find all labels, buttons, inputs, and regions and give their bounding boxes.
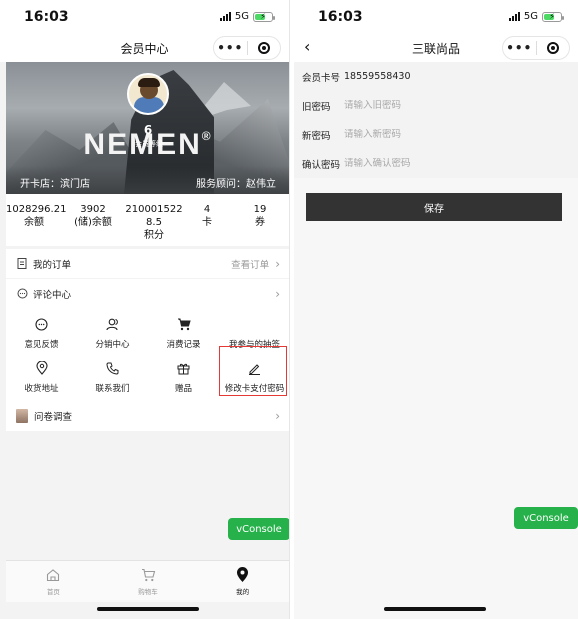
battery-icon: ⚡ xyxy=(542,11,564,22)
cart-icon xyxy=(101,567,196,583)
status-icons: 5G ⚡ xyxy=(508,11,564,22)
account-stats: 1028296.21 余额 3902 (储)余额 2100015228.5 积分 4卡… xyxy=(6,194,289,246)
stat-points[interactable]: 2100015228.5 积分 xyxy=(124,203,184,246)
battery-icon: ⚡ xyxy=(253,11,275,22)
confirm-password-row: 确认密码 xyxy=(294,149,578,178)
tab-cart[interactable]: 购物车 xyxy=(101,561,196,602)
close-target-icon[interactable] xyxy=(248,42,281,54)
status-bar: 16:03 5G ⚡ xyxy=(294,0,578,34)
tab-mine[interactable]: 我的 xyxy=(195,561,289,602)
phone-icon xyxy=(77,358,148,378)
users-icon xyxy=(77,314,148,334)
gift-icon xyxy=(148,358,219,378)
new-password-input[interactable] xyxy=(344,129,524,140)
old-password-label: 旧密码 xyxy=(302,101,331,113)
status-time: 16:03 xyxy=(24,9,69,25)
card-store: 开卡店：滨门店 xyxy=(20,179,90,190)
new-password-label: 新密码 xyxy=(302,130,331,142)
card-number-label: 会员卡号 xyxy=(302,72,341,84)
survey-label: 问卷调查 xyxy=(34,412,73,423)
signal-icon xyxy=(219,12,231,21)
highlight-box xyxy=(219,346,287,396)
member-card-banner: NEMEN® 6 会员等级 开卡店：滨门店 服务顾问：赵伟立 xyxy=(6,62,289,194)
password-form: 会员卡号 18559558430 旧密码 新密码 确认密码 xyxy=(294,62,578,178)
member-level-label: 会员等级 xyxy=(135,140,163,148)
new-password-row: 新密码 xyxy=(294,120,578,149)
mini-program-capsule: ••• xyxy=(213,36,281,60)
grid-item-address[interactable]: 收货地址 xyxy=(6,358,77,402)
form-actions: 保存 xyxy=(294,178,578,619)
order-list-icon xyxy=(16,258,28,270)
comment-center-label: 评论中心 xyxy=(33,289,72,301)
network-label: 5G xyxy=(234,11,249,22)
grid-item-distribution[interactable]: 分销中心 xyxy=(77,314,148,358)
view-orders-link[interactable]: 查看订单 xyxy=(231,257,269,271)
more-menu-icon[interactable]: ••• xyxy=(214,37,247,59)
location-pin-icon xyxy=(195,567,289,583)
grid-item-feedback[interactable]: 意见反馈 xyxy=(6,314,77,358)
member-center-screen: 16:03 5G ⚡ 会员中心 ••• NEMEN® 6 会员等级 开卡店：滨门… xyxy=(0,0,290,619)
card-number-value: 18559558430 xyxy=(344,71,411,82)
mini-program-capsule: ••• xyxy=(502,36,570,60)
status-bar: 16:03 5G ⚡ xyxy=(0,0,289,34)
old-password-input[interactable] xyxy=(344,100,524,111)
stat-stored-balance[interactable]: 3902 (储)余额 xyxy=(62,203,124,246)
comment-icon xyxy=(16,288,28,300)
chat-icon xyxy=(6,314,77,334)
tab-bar: 首页 购物车 我的 xyxy=(6,560,289,602)
stat-coupons[interactable]: 19 券 xyxy=(230,203,289,246)
survey-thumbnail xyxy=(16,409,28,423)
nav-bar: 会员中心 ••• xyxy=(0,34,289,62)
my-orders-row[interactable]: 我的订单 查看订单 › xyxy=(6,249,289,278)
home-indicator xyxy=(97,607,199,611)
service-advisor: 服务顾问：赵伟立 xyxy=(196,179,276,190)
chevron-right-icon: › xyxy=(275,256,280,271)
vconsole-button[interactable]: vConsole xyxy=(228,518,289,540)
confirm-password-input[interactable] xyxy=(344,158,524,169)
signal-icon xyxy=(508,12,520,21)
home-icon xyxy=(6,567,101,583)
location-icon xyxy=(6,358,77,378)
chevron-right-icon: › xyxy=(275,409,280,423)
more-menu-icon[interactable]: ••• xyxy=(503,37,536,59)
tab-home[interactable]: 首页 xyxy=(6,561,101,602)
nav-bar: ‹ 三联尚品 ••• xyxy=(294,34,578,62)
card-number-row: 会员卡号 18559558430 xyxy=(294,62,578,91)
vconsole-button[interactable]: vConsole xyxy=(514,507,578,529)
status-time: 16:03 xyxy=(318,9,363,25)
grid-item-gifts[interactable]: 赠品 xyxy=(148,358,219,402)
status-icons: 5G ⚡ xyxy=(219,11,275,22)
member-level: 6 xyxy=(143,123,153,137)
avatar[interactable] xyxy=(127,73,169,115)
save-button[interactable]: 保存 xyxy=(306,193,562,221)
network-label: 5G xyxy=(523,11,538,22)
old-password-row: 旧密码 xyxy=(294,91,578,120)
home-indicator xyxy=(384,607,486,611)
cart-icon xyxy=(148,314,219,334)
stat-balance[interactable]: 1028296.21 余额 xyxy=(6,203,66,246)
close-target-icon[interactable] xyxy=(537,42,570,54)
grid-item-contact[interactable]: 联系我们 xyxy=(77,358,148,402)
change-password-screen: 16:03 5G ⚡ ‹ 三联尚品 ••• 会员卡号 18559558430 旧… xyxy=(294,0,578,619)
chevron-right-icon: › xyxy=(275,286,280,301)
stat-cards[interactable]: 4卡 xyxy=(184,203,230,246)
survey-row[interactable]: 问卷调查 › xyxy=(6,401,289,431)
grid-item-consumption[interactable]: 消费记录 xyxy=(148,314,219,358)
comment-center-row[interactable]: 评论中心 › xyxy=(6,279,289,308)
confirm-password-label: 确认密码 xyxy=(302,159,341,171)
my-orders-label: 我的订单 xyxy=(33,259,72,271)
